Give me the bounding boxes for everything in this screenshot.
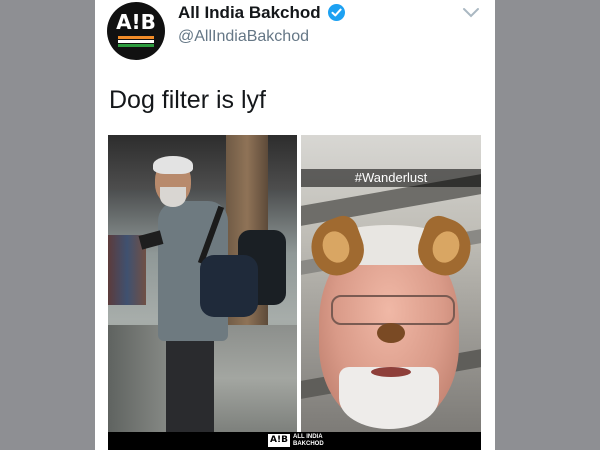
dog-nose-icon bbox=[377, 323, 405, 343]
station-roof bbox=[108, 135, 297, 190]
media-footer-strip: A!B ALL INDIA BAKCHOD bbox=[108, 432, 481, 450]
tweet-text: Dog filter is lyf bbox=[109, 86, 266, 114]
man-beard bbox=[160, 187, 186, 207]
photo-dog-filter[interactable]: #Wanderlust bbox=[301, 135, 481, 432]
display-name[interactable]: All India Bakchod bbox=[178, 3, 321, 23]
avatar-stripe-green bbox=[118, 44, 154, 47]
snap-caption: #Wanderlust bbox=[354, 170, 428, 185]
glasses bbox=[331, 295, 455, 325]
avatar-stripe-orange bbox=[118, 36, 154, 39]
avatar[interactable]: A!B bbox=[107, 2, 165, 60]
footer-brand-text: ALL INDIA BAKCHOD bbox=[293, 434, 324, 447]
left-background bbox=[0, 0, 95, 450]
photo-original[interactable] bbox=[108, 135, 297, 432]
train-side bbox=[108, 325, 168, 432]
avatar-stripe-white bbox=[118, 40, 154, 43]
tweet-card: A!B All India Bakchod @AllIndiaBakchod D… bbox=[95, 0, 495, 450]
avatar-logo-text: A!B bbox=[116, 10, 156, 34]
right-background bbox=[495, 0, 600, 450]
snap-caption-bar: #Wanderlust bbox=[301, 169, 481, 187]
user-handle[interactable]: @AllIndiaBakchod bbox=[178, 28, 309, 46]
footer-logo: A!B bbox=[268, 434, 290, 447]
verified-badge-icon bbox=[328, 4, 345, 21]
man-bag bbox=[200, 255, 258, 317]
tweet-media[interactable]: #Wanderlust A!B ALL INDIA BAKCHOD bbox=[108, 135, 481, 450]
selfie-mouth bbox=[371, 367, 411, 377]
man-pants bbox=[166, 335, 214, 432]
chevron-down-icon[interactable] bbox=[461, 6, 481, 20]
man-hair bbox=[153, 156, 193, 174]
